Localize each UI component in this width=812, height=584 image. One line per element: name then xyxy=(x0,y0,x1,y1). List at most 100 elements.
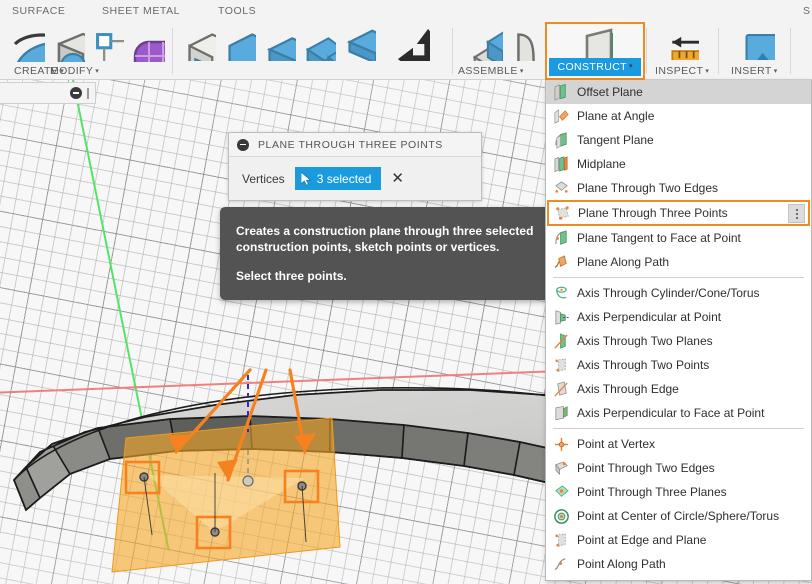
axis-edge-icon xyxy=(552,380,570,398)
menu-item-label: Axis Through Two Planes xyxy=(577,334,713,348)
panel-resize-handle[interactable] xyxy=(87,87,89,99)
clear-selection-button[interactable]: ✕ xyxy=(391,171,404,186)
plane-two-edges-icon xyxy=(552,179,570,197)
ribbon-group-label-modify[interactable]: MODIFY ▾ xyxy=(50,65,99,77)
menu-separator xyxy=(553,277,804,278)
menu-item-label: Axis Perpendicular at Point xyxy=(577,310,722,324)
point-center-icon xyxy=(552,507,570,525)
chevron-down-icon: ▾ xyxy=(773,67,778,75)
ribbon-group-insert: INSERT ▾ xyxy=(722,22,788,80)
workspace-tab-sheet-metal[interactable]: SHEET METAL xyxy=(102,5,180,17)
menu-separator xyxy=(553,428,804,429)
workspace-tab-bar: SURFACE SHEET METAL TOOLS S xyxy=(0,0,812,22)
dialog-collapse-icon[interactable] xyxy=(237,138,249,151)
point-vertex-icon xyxy=(552,435,570,453)
chevron-down-icon: ▾ xyxy=(519,67,524,75)
menu-item-point-through-two-edges[interactable]: Point Through Two Edges xyxy=(546,456,811,480)
point-two-edges-icon xyxy=(552,459,570,477)
menu-item-label: Plane at Angle xyxy=(577,109,655,123)
menu-item-label: Point Through Two Edges xyxy=(577,461,715,475)
menu-item-axis-perpendicular-to-face-at-point[interactable]: Axis Perpendicular to Face at Point xyxy=(546,401,811,425)
ribbon-group-label-text: INSERT xyxy=(731,65,772,77)
axis-perp-face-icon xyxy=(552,404,570,422)
chevron-down-icon: ▾ xyxy=(95,67,100,75)
menu-item-label: Point Through Three Planes xyxy=(577,485,727,499)
menu-item-axis-through-two-planes[interactable]: Axis Through Two Planes xyxy=(546,329,811,353)
workspace-tab-surface[interactable]: SURFACE xyxy=(12,5,65,17)
construct-dropdown-menu[interactable]: Offset Plane Plane at Angle Tangent Plane M… xyxy=(545,80,812,581)
ribbon-group-inspect: INSPECT ▾ xyxy=(650,22,716,80)
menu-item-plane-along-path[interactable]: Plane Along Path xyxy=(546,250,811,274)
menu-item-label: Tangent Plane xyxy=(577,133,654,147)
menu-item-label: Axis Through Two Points xyxy=(577,358,710,372)
menu-item-overflow-icon[interactable] xyxy=(788,204,805,223)
workspace-tab-s[interactable]: S xyxy=(803,5,811,17)
command-tooltip: Creates a construction plane through thr… xyxy=(220,207,553,300)
menu-item-label: Point at Vertex xyxy=(577,437,656,451)
menu-item-plane-tangent-to-face-at-point[interactable]: Plane Tangent to Face at Point xyxy=(546,226,811,250)
menu-item-offset-plane[interactable]: Offset Plane xyxy=(546,80,811,104)
axis-two-planes-icon xyxy=(552,332,570,350)
ribbon-group-label-text: INSPECT xyxy=(655,65,704,77)
inspect-measure-icon[interactable] xyxy=(660,24,706,64)
point-three-planes-icon xyxy=(552,483,570,501)
menu-item-point-at-vertex[interactable]: Point at Vertex xyxy=(546,432,811,456)
tooltip-instruction: Select three points. xyxy=(236,269,347,283)
menu-item-plane-through-two-edges[interactable]: Plane Through Two Edges xyxy=(546,176,811,200)
ribbon-group-label-inspect[interactable]: INSPECT ▾ xyxy=(655,65,709,77)
chevron-down-icon: ▾ xyxy=(705,67,710,75)
selection-count-label: 3 selected xyxy=(316,171,372,186)
menu-item-label: Axis Through Edge xyxy=(577,382,679,396)
menu-item-label: Plane Through Three Points xyxy=(578,206,728,220)
tooltip-description: Creates a construction plane through thr… xyxy=(236,224,534,254)
vertices-label: Vertices xyxy=(242,171,285,186)
menu-item-axis-through-edge[interactable]: Axis Through Edge xyxy=(546,377,811,401)
ribbon-group-construct: CONSTRUCT ▾ xyxy=(545,22,645,80)
menu-item-midplane[interactable]: Midplane xyxy=(546,152,811,176)
menu-item-axis-through-two-points[interactable]: Axis Through Two Points xyxy=(546,353,811,377)
menu-item-axis-through-cylinder-cone-torus[interactable]: Axis Through Cylinder/Cone/Torus xyxy=(546,281,811,305)
menu-item-label: Plane Through Two Edges xyxy=(577,181,718,195)
ribbon-separator xyxy=(646,28,647,74)
menu-item-plane-through-three-points[interactable]: Plane Through Three Points xyxy=(547,200,810,226)
menu-item-label: Plane Along Path xyxy=(577,255,670,269)
plane-along-path-icon xyxy=(552,253,570,271)
menu-item-label: Midplane xyxy=(577,157,626,171)
menu-item-label: Axis Through Cylinder/Cone/Torus xyxy=(577,286,760,300)
create-sculpt-form-icon[interactable] xyxy=(124,24,170,64)
ribbon-group-label-text: ASSEMBLE xyxy=(458,65,518,77)
insert-decal-icon[interactable] xyxy=(736,24,782,64)
ribbon-group-label-assemble[interactable]: ASSEMBLE ▾ xyxy=(458,65,524,77)
ribbon-toolbar: CREATE ▾ MODIFY ▾ ASSEMBLE ▾ CONSTRUCT ▾ INSPECT… xyxy=(0,22,812,80)
collapse-minus-icon[interactable] xyxy=(70,87,82,99)
menu-item-plane-at-angle[interactable]: Plane at Angle xyxy=(546,104,811,128)
browser-panel-collapse[interactable] xyxy=(0,82,96,104)
menu-item-axis-perpendicular-at-point[interactable]: Axis Perpendicular at Point xyxy=(546,305,811,329)
axis-perpendicular-icon xyxy=(552,308,570,326)
ribbon-group-modify: MODIFY ▾ xyxy=(50,22,430,80)
point-edge-plane-icon xyxy=(552,531,570,549)
plane-at-angle-icon xyxy=(552,107,570,125)
cursor-arrow-icon xyxy=(300,171,312,186)
axis-cylinder-icon xyxy=(552,284,570,302)
command-dialog[interactable]: PLANE THROUGH THREE POINTS Vertices 3 se… xyxy=(228,132,482,201)
menu-item-point-at-center-of-circle-sphere-torus[interactable]: Point at Center of Circle/Sphere/Torus xyxy=(546,504,811,528)
axis-two-points-icon xyxy=(552,356,570,374)
modify-split-icon[interactable] xyxy=(336,24,382,64)
ribbon-separator xyxy=(718,28,719,74)
ribbon-group-label-text: MODIFY xyxy=(50,65,94,77)
plane-tangent-icon xyxy=(552,131,570,149)
workspace-tab-tools[interactable]: TOOLS xyxy=(218,5,256,17)
selection-chip[interactable]: 3 selected xyxy=(294,167,382,190)
ribbon-group-label-insert[interactable]: INSERT ▾ xyxy=(731,65,778,77)
menu-item-point-at-edge-and-plane[interactable]: Point at Edge and Plane xyxy=(546,528,811,552)
dialog-body: Vertices 3 selected ✕ xyxy=(229,157,481,200)
menu-item-point-through-three-planes[interactable]: Point Through Three Planes xyxy=(546,480,811,504)
ribbon-group-label-construct[interactable]: CONSTRUCT ▾ xyxy=(549,58,641,76)
plane-tangent-face-icon xyxy=(552,229,570,247)
modify-move-copy-icon[interactable] xyxy=(390,24,436,64)
plane-offset-icon xyxy=(552,83,570,101)
menu-item-tangent-plane[interactable]: Tangent Plane xyxy=(546,128,811,152)
assemble-joint-icon[interactable] xyxy=(503,24,549,64)
menu-item-point-along-path[interactable]: Point Along Path xyxy=(546,552,811,576)
